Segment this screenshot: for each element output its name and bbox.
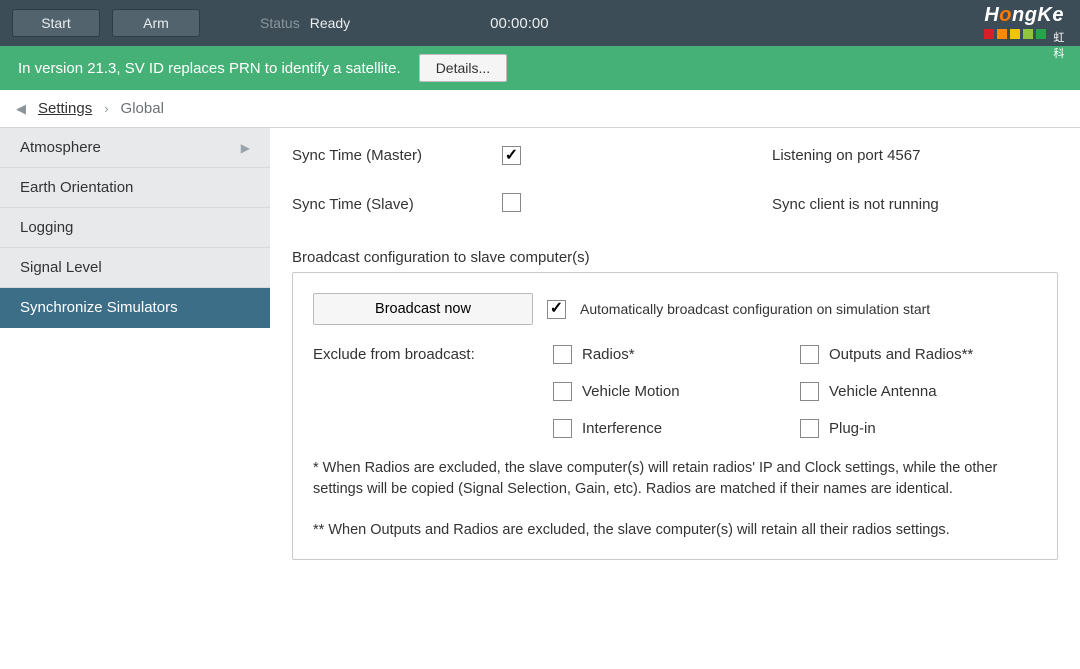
exclude-radios[interactable]: Radios* bbox=[553, 345, 790, 364]
exclude-grid: Exclude from broadcast: Radios* Outputs … bbox=[313, 345, 1037, 438]
exclude-interference-checkbox[interactable] bbox=[553, 419, 572, 438]
brand-logo: HongKe 虹科 bbox=[984, 4, 1064, 39]
exclude-radios-label: Radios* bbox=[582, 346, 635, 363]
broadcast-section-title: Broadcast configuration to slave compute… bbox=[292, 249, 1058, 266]
exclude-vehicle-antenna[interactable]: Vehicle Antenna bbox=[800, 382, 1037, 401]
topbar: Start Arm Status Ready 00:00:00 HongKe 虹… bbox=[0, 0, 1080, 46]
brand-wordmark: HongKe bbox=[984, 4, 1064, 27]
arm-button[interactable]: Arm bbox=[112, 9, 200, 37]
broadcast-now-button[interactable]: Broadcast now bbox=[313, 293, 533, 325]
exclude-label: Exclude from broadcast: bbox=[313, 346, 543, 363]
main: Atmosphere ▶ Earth Orientation Logging S… bbox=[0, 128, 1080, 600]
sidebar-item-signal-level[interactable]: Signal Level bbox=[0, 248, 270, 288]
sync-master-row: Sync Time (Master) Listening on port 456… bbox=[292, 146, 1058, 165]
breadcrumb: ◀ Settings › Global bbox=[0, 90, 1080, 128]
sidebar: Atmosphere ▶ Earth Orientation Logging S… bbox=[0, 128, 270, 600]
exclude-plugin[interactable]: Plug-in bbox=[800, 419, 1037, 438]
sync-slave-row: Sync Time (Slave) Sync client is not run… bbox=[292, 193, 1058, 215]
sidebar-item-atmosphere[interactable]: Atmosphere ▶ bbox=[0, 128, 270, 168]
exclude-vehicle-motion[interactable]: Vehicle Motion bbox=[553, 382, 790, 401]
breadcrumb-settings[interactable]: Settings bbox=[38, 100, 92, 117]
exclude-plugin-checkbox[interactable] bbox=[800, 419, 819, 438]
auto-broadcast-label: Automatically broadcast configuration on… bbox=[580, 301, 930, 317]
breadcrumb-back-icon[interactable]: ◀ bbox=[16, 101, 26, 117]
sync-slave-label: Sync Time (Slave) bbox=[292, 196, 502, 213]
timer: 00:00:00 bbox=[490, 15, 548, 32]
exclude-outputs-radios-checkbox[interactable] bbox=[800, 345, 819, 364]
footnote-outputs-radios: ** When Outputs and Radios are excluded,… bbox=[313, 520, 1037, 541]
sync-master-checkbox[interactable] bbox=[502, 146, 521, 165]
sync-slave-status: Sync client is not running bbox=[772, 196, 939, 213]
exclude-interference-label: Interference bbox=[582, 420, 662, 437]
sidebar-item-label: Atmosphere bbox=[20, 139, 101, 156]
notice-bar: In version 21.3, SV ID replaces PRN to i… bbox=[0, 46, 1080, 90]
exclude-vehicle-motion-label: Vehicle Motion bbox=[582, 383, 680, 400]
exclude-vehicle-antenna-label: Vehicle Antenna bbox=[829, 383, 937, 400]
sync-master-label: Sync Time (Master) bbox=[292, 147, 502, 164]
sidebar-item-label: Signal Level bbox=[20, 259, 102, 276]
exclude-vehicle-motion-checkbox[interactable] bbox=[553, 382, 572, 401]
sidebar-item-synchronize-simulators[interactable]: Synchronize Simulators bbox=[0, 288, 270, 328]
broadcast-section: Broadcast configuration to slave compute… bbox=[292, 243, 1058, 560]
start-button[interactable]: Start bbox=[12, 9, 100, 37]
sync-slave-checkbox[interactable] bbox=[502, 193, 521, 212]
broadcast-panel: Broadcast now Automatically broadcast co… bbox=[292, 272, 1058, 560]
exclude-interference[interactable]: Interference bbox=[553, 419, 790, 438]
sidebar-item-logging[interactable]: Logging bbox=[0, 208, 270, 248]
chevron-right-icon: ▶ bbox=[241, 141, 250, 155]
brand-sub: 虹科 bbox=[1053, 29, 1063, 39]
notice-text: In version 21.3, SV ID replaces PRN to i… bbox=[18, 60, 401, 77]
exclude-outputs-radios-label: Outputs and Radios** bbox=[829, 346, 973, 363]
exclude-vehicle-antenna-checkbox[interactable] bbox=[800, 382, 819, 401]
sidebar-item-label: Logging bbox=[20, 219, 73, 236]
broadcast-row: Broadcast now Automatically broadcast co… bbox=[313, 293, 1037, 325]
sidebar-item-earth-orientation[interactable]: Earth Orientation bbox=[0, 168, 270, 208]
auto-broadcast-checkbox[interactable] bbox=[547, 300, 566, 319]
status-label: Status bbox=[260, 15, 300, 31]
exclude-outputs-radios[interactable]: Outputs and Radios** bbox=[800, 345, 1037, 364]
exclude-radios-checkbox[interactable] bbox=[553, 345, 572, 364]
content: Sync Time (Master) Listening on port 456… bbox=[270, 128, 1080, 600]
status-value: Ready bbox=[310, 15, 350, 31]
sidebar-item-label: Synchronize Simulators bbox=[20, 299, 178, 316]
brand-colorbar: 虹科 bbox=[984, 29, 1064, 39]
footnote-radios: * When Radios are excluded, the slave co… bbox=[313, 458, 1037, 500]
sidebar-item-label: Earth Orientation bbox=[20, 179, 133, 196]
exclude-plugin-label: Plug-in bbox=[829, 420, 876, 437]
sync-master-status: Listening on port 4567 bbox=[772, 147, 920, 164]
details-button[interactable]: Details... bbox=[419, 54, 507, 82]
breadcrumb-global: Global bbox=[121, 100, 164, 117]
breadcrumb-separator-icon: › bbox=[104, 101, 108, 116]
